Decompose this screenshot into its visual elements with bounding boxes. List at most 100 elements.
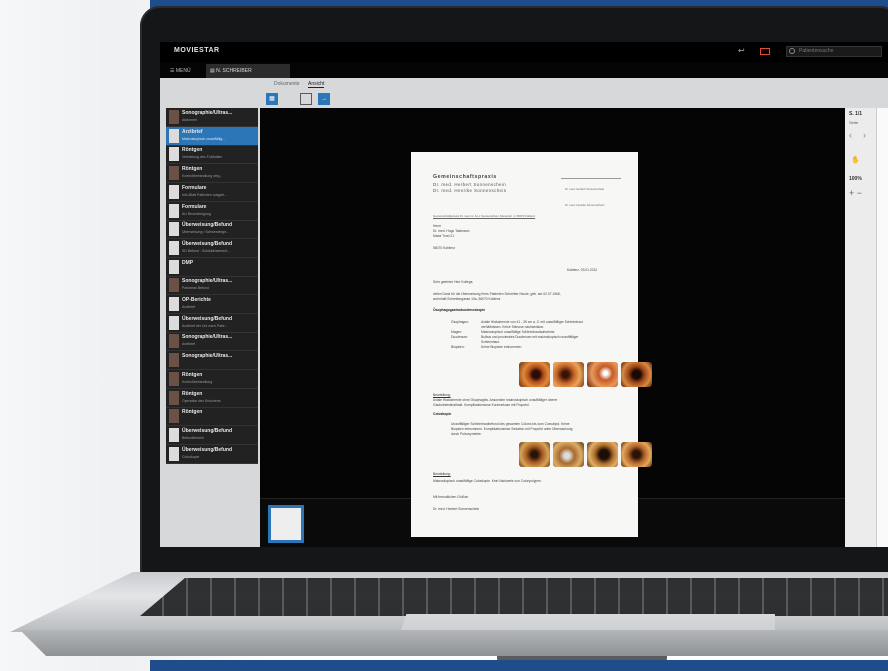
finding-label-3: Magen:	[451, 330, 462, 334]
document-subtitle: Pankreas Befund	[182, 286, 209, 291]
finding-label-6: Biopsien:	[451, 345, 465, 349]
laptop-front-edge	[20, 630, 888, 656]
document-subtitle: Überweisung / Schwerwiege...	[182, 230, 230, 235]
endoscopy-image	[519, 442, 550, 467]
colo-text-1: Unauffälliger Schleimhautbefund des gesa…	[451, 422, 570, 426]
document-list-item[interactable]: OP-Berichte Arztbrief	[166, 295, 258, 314]
document-title: Überweisung/Befund	[182, 315, 233, 322]
document-list-item[interactable]: Arztbrief Makroskopisch unauffällig...	[166, 126, 258, 146]
document-list-item[interactable]: Überweisung/Befund Befundbericht	[166, 426, 258, 445]
document-list-item[interactable]: Röntgen	[166, 407, 258, 427]
document-title: Sonographie/Ultras...	[182, 278, 233, 285]
endoscopy-image	[553, 442, 584, 467]
page-indicator: S. 1/1	[849, 111, 863, 117]
letter-closing: Mit freundlichen Grüßen	[433, 495, 469, 499]
document-title: Röntgen	[182, 166, 203, 173]
tab-bar: ☰ MENÜ ▤ N. SCHREIBER	[160, 62, 888, 78]
document-list-item[interactable]: Formulare AU Bescheinigung	[166, 202, 258, 221]
tab-menu[interactable]: ☰ MENÜ	[166, 64, 204, 78]
endoscopy-image	[519, 362, 550, 387]
fit-page-button[interactable]: ▭	[300, 93, 312, 105]
document-subtitle: Kontrollbehandlung weg...	[182, 174, 223, 179]
document-list-item[interactable]: DMP	[166, 258, 258, 277]
document-list: Sonographie/Ultras... Abdomen Arztbrief Mak…	[166, 108, 258, 464]
document-list-item[interactable]: Röntgen Kontrollbehandlung	[166, 370, 258, 389]
letter-section-2: Coloskopie	[433, 412, 452, 416]
letter-section-1: Ösophagogastroduodenoskopie	[433, 308, 486, 312]
ratio-button[interactable]: 1:1	[284, 95, 292, 101]
mail-icon[interactable]	[760, 48, 770, 55]
patient-search-input[interactable]: Patientensuche	[786, 46, 882, 57]
document-subtitle: Arztbrief	[182, 342, 196, 347]
document-thumbnail	[169, 315, 179, 330]
document-thumbnail	[169, 446, 179, 461]
bottom-accent-bar	[150, 660, 888, 671]
zoom-level: 100%	[849, 176, 862, 182]
document-list-item[interactable]: Überweisung/Befund Coloskopie	[166, 445, 258, 464]
document-thumbnail	[169, 278, 179, 293]
tab-patient-label: N. SCHREIBER	[216, 68, 252, 74]
finding-text-6: Keine Biopsien entnommen.	[481, 345, 523, 349]
tab-patient[interactable]: ▤ N. SCHREIBER	[206, 64, 290, 78]
tab-view[interactable]: Ansicht	[308, 81, 325, 88]
endoscopy-image	[621, 442, 652, 467]
assessment-label-1: Beurteilung:	[433, 393, 451, 397]
endoscopy-image	[553, 362, 584, 387]
export-button[interactable]: →	[318, 93, 330, 105]
document-list-item[interactable]: Überweisung/Befund Überweisung / Schwerwi…	[166, 220, 258, 240]
document-title: Formulare	[182, 203, 207, 210]
laptop-keyboard	[140, 578, 888, 616]
document-subtitle: Abdomen	[182, 118, 197, 122]
document-thumbnail	[169, 259, 179, 274]
document-thumbnail	[169, 334, 179, 349]
page-label: Seite	[849, 120, 859, 125]
document-list-item[interactable]: Sonographie/Ultras... Arztbrief	[166, 332, 258, 352]
page-thumbnail[interactable]	[268, 505, 304, 543]
endoscopy-image	[587, 442, 618, 467]
document-thumbnail	[169, 240, 179, 255]
document-thumbnail	[169, 371, 179, 386]
pan-hand-icon[interactable]: ✋	[851, 156, 860, 164]
finding-text-5: Schleimhaut.	[481, 340, 501, 344]
document-list-item[interactable]: Sonographie/Ultras... Abdomen	[166, 108, 258, 127]
document-title: Sonographie/Ultras...	[182, 334, 233, 341]
document-title: Formulare	[182, 184, 207, 191]
document-title: Röntgen	[182, 371, 203, 378]
finding-text-3: Makroskopisch unauffällige Schleimhautau…	[481, 330, 555, 334]
document-thumbnail	[169, 203, 179, 218]
document-title: Sonographie/Ultras...	[182, 110, 233, 116]
document-title: Röntgen	[182, 409, 203, 416]
document-title: Röntgen	[182, 390, 203, 397]
next-page-icon[interactable]: ›	[863, 130, 866, 140]
zoom-in-out-icon[interactable]: + −	[849, 188, 862, 198]
finding-label-4: Duodenum:	[451, 335, 469, 339]
document-list-item[interactable]: Röntgen Kontrollbehandlung weg...	[166, 164, 258, 184]
tab-menu-label: MENÜ	[175, 68, 191, 74]
document-subtitle: SD Befund - Schilddrüsenent...	[182, 248, 231, 253]
document-list-item[interactable]: Sonographie/Ultras...	[166, 351, 258, 371]
patient-info-panel	[876, 108, 888, 547]
letter-recipient-5: 56070 Koblenz	[433, 246, 455, 250]
document-list-item[interactable]: Sonographie/Ultras... Pankreas Befund	[166, 276, 258, 296]
finding-text-4: Bulbus und proximales Duodenum mit makro…	[481, 335, 579, 339]
document-list-item[interactable]: Überweisung/Befund Arztbrief der Uni nach…	[166, 314, 258, 333]
document-subtitle: Makroskopisch unauffällig...	[182, 136, 226, 141]
page-thumbnail-image	[271, 508, 301, 540]
document-thumbnail	[169, 147, 179, 162]
prev-page-icon[interactable]: ‹	[849, 130, 852, 140]
document-title: Überweisung/Befund	[182, 427, 233, 434]
document-list-item[interactable]: Formulare Info-Blatt Patienten ausgeh...	[166, 183, 258, 202]
document-list-item[interactable]: Röntgen Operation des Knochens	[166, 389, 258, 408]
document-title: Überweisung/Befund	[182, 240, 233, 247]
tab-documents[interactable]: Dokumente	[274, 81, 300, 87]
letter-right-doctor-1: Dr. med. Herbert Sonnenschein	[565, 187, 605, 191]
document-title: Überweisung/Befund	[182, 222, 233, 229]
document-list-item[interactable]: Röntgen Verhärtung des Fußballen	[166, 145, 258, 165]
assessment-text-2: Makroskopisch unauffällige Coloskopie. K…	[433, 479, 542, 483]
document-thumbnail	[169, 409, 179, 424]
grid-view-button[interactable]: ▦	[266, 93, 278, 105]
document-subtitle: Kontrollbehandlung	[182, 379, 213, 384]
document-title: Röntgen	[182, 147, 203, 154]
document-list-item[interactable]: Überweisung/Befund SD Befund - Schilddrüs…	[166, 239, 258, 258]
back-arrow-icon[interactable]: ↩	[738, 47, 748, 55]
